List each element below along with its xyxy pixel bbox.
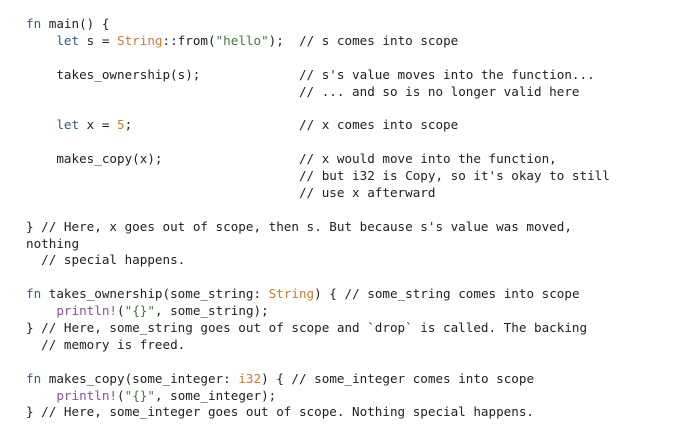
- keyword-token: fn: [26, 16, 42, 31]
- code-token: ;: [124, 117, 299, 133]
- code-line: ​: [26, 269, 666, 286]
- code-token: }: [26, 320, 42, 336]
- comment-token: // x comes into scope: [299, 117, 459, 133]
- comment-token: // use x afterward: [298, 184, 436, 200]
- code-line: // ... and so is no longer valid here: [26, 84, 666, 101]
- comment-token: // some_string comes into scope: [344, 286, 580, 302]
- type-token: String: [117, 32, 163, 48]
- code-line: } // Here, some_integer goes out of scop…: [26, 404, 666, 421]
- code-line: fn makes_copy(some_integer: i32) { // so…: [26, 371, 666, 388]
- number-literal: 5: [117, 117, 125, 133]
- code-line: ​: [26, 100, 666, 117]
- code-line: ​: [26, 134, 666, 151]
- string-literal: "hello": [215, 32, 269, 48]
- code-line: ​: [26, 50, 666, 67]
- code-token: (: [117, 303, 125, 319]
- comment-token: // Here, some_string goes out of scope a…: [41, 320, 588, 336]
- comment-token: // s comes into scope: [299, 32, 459, 48]
- comment-token: nothing: [26, 235, 80, 251]
- comment-token: // memory is freed.: [41, 336, 186, 352]
- code-token: makes_copy(x);: [26, 151, 299, 167]
- comment-token: // Here, x goes out of scope, then s. Bu…: [41, 218, 572, 234]
- code-line: ​: [26, 202, 666, 219]
- code-line: println!("{}", some_integer);: [26, 388, 666, 405]
- code-token: }: [26, 218, 42, 234]
- code-token: , some_string);: [154, 303, 269, 319]
- code-token: (: [117, 387, 125, 403]
- code-token: s =: [79, 32, 118, 48]
- code-token: , some_integer);: [154, 387, 277, 403]
- code-line: nothing: [26, 236, 666, 253]
- comment-token: // x would move into the function,: [298, 151, 557, 167]
- comment-token: // ... and so is no longer valid here: [298, 83, 580, 99]
- code-token: main() {: [41, 16, 110, 31]
- code-line: } // Here, some_string goes out of scope…: [26, 320, 666, 337]
- type-token: String: [268, 286, 315, 302]
- code-token: ::from(: [162, 32, 216, 48]
- code-line: fn main() {: [26, 16, 666, 33]
- code-line: let x = 5; // x comes into scope: [26, 117, 666, 134]
- code-line: println!("{}", some_string);: [26, 303, 666, 320]
- code-line: } // Here, x goes out of scope, then s. …: [26, 219, 666, 236]
- comment-token: // Here, some_integer goes out of scope.…: [41, 404, 535, 420]
- macro-token: println!: [56, 387, 118, 403]
- code-token: x =: [79, 117, 118, 133]
- code-line: // memory is freed.: [26, 337, 666, 354]
- code-token: );: [268, 32, 300, 48]
- code-token: takes_ownership(some_string:: [41, 286, 269, 302]
- macro-token: println!: [56, 303, 118, 319]
- code-token: }: [26, 404, 42, 420]
- keyword-token: let: [56, 32, 80, 48]
- keyword-token: fn: [26, 286, 42, 302]
- code-line: // special happens.: [26, 252, 666, 269]
- code-token: ) {: [261, 370, 292, 386]
- type-token: i32: [238, 370, 262, 386]
- comment-token: // s's value moves into the function...: [298, 66, 595, 82]
- code-line: // use x afterward: [26, 185, 666, 202]
- code-line: let s = String::from("hello"); // s come…: [26, 33, 666, 50]
- comment-token: // special happens.: [41, 252, 186, 268]
- code-token: ) {: [314, 286, 345, 302]
- code-token: takes_ownership(s);: [26, 66, 299, 82]
- code-line: takes_ownership(s); // s's value moves i…: [26, 67, 666, 84]
- code-block: fn main() { let s = String::from("hello"…: [26, 16, 666, 421]
- code-line: makes_copy(x); // x would move into the …: [26, 151, 666, 168]
- code-line: ​: [26, 354, 666, 371]
- string-literal: "{}": [124, 303, 155, 319]
- keyword-token: let: [56, 117, 80, 133]
- code-line: fn takes_ownership(some_string: String) …: [26, 286, 666, 303]
- code-token: makes_copy(some_integer:: [41, 370, 239, 386]
- string-literal: "{}": [124, 387, 155, 403]
- comment-token: // but i32 is Copy, so it's okay to stil…: [298, 168, 610, 184]
- keyword-token: fn: [26, 370, 42, 386]
- comment-token: // some_integer comes into scope: [291, 370, 535, 386]
- code-line: // but i32 is Copy, so it's okay to stil…: [26, 168, 666, 185]
